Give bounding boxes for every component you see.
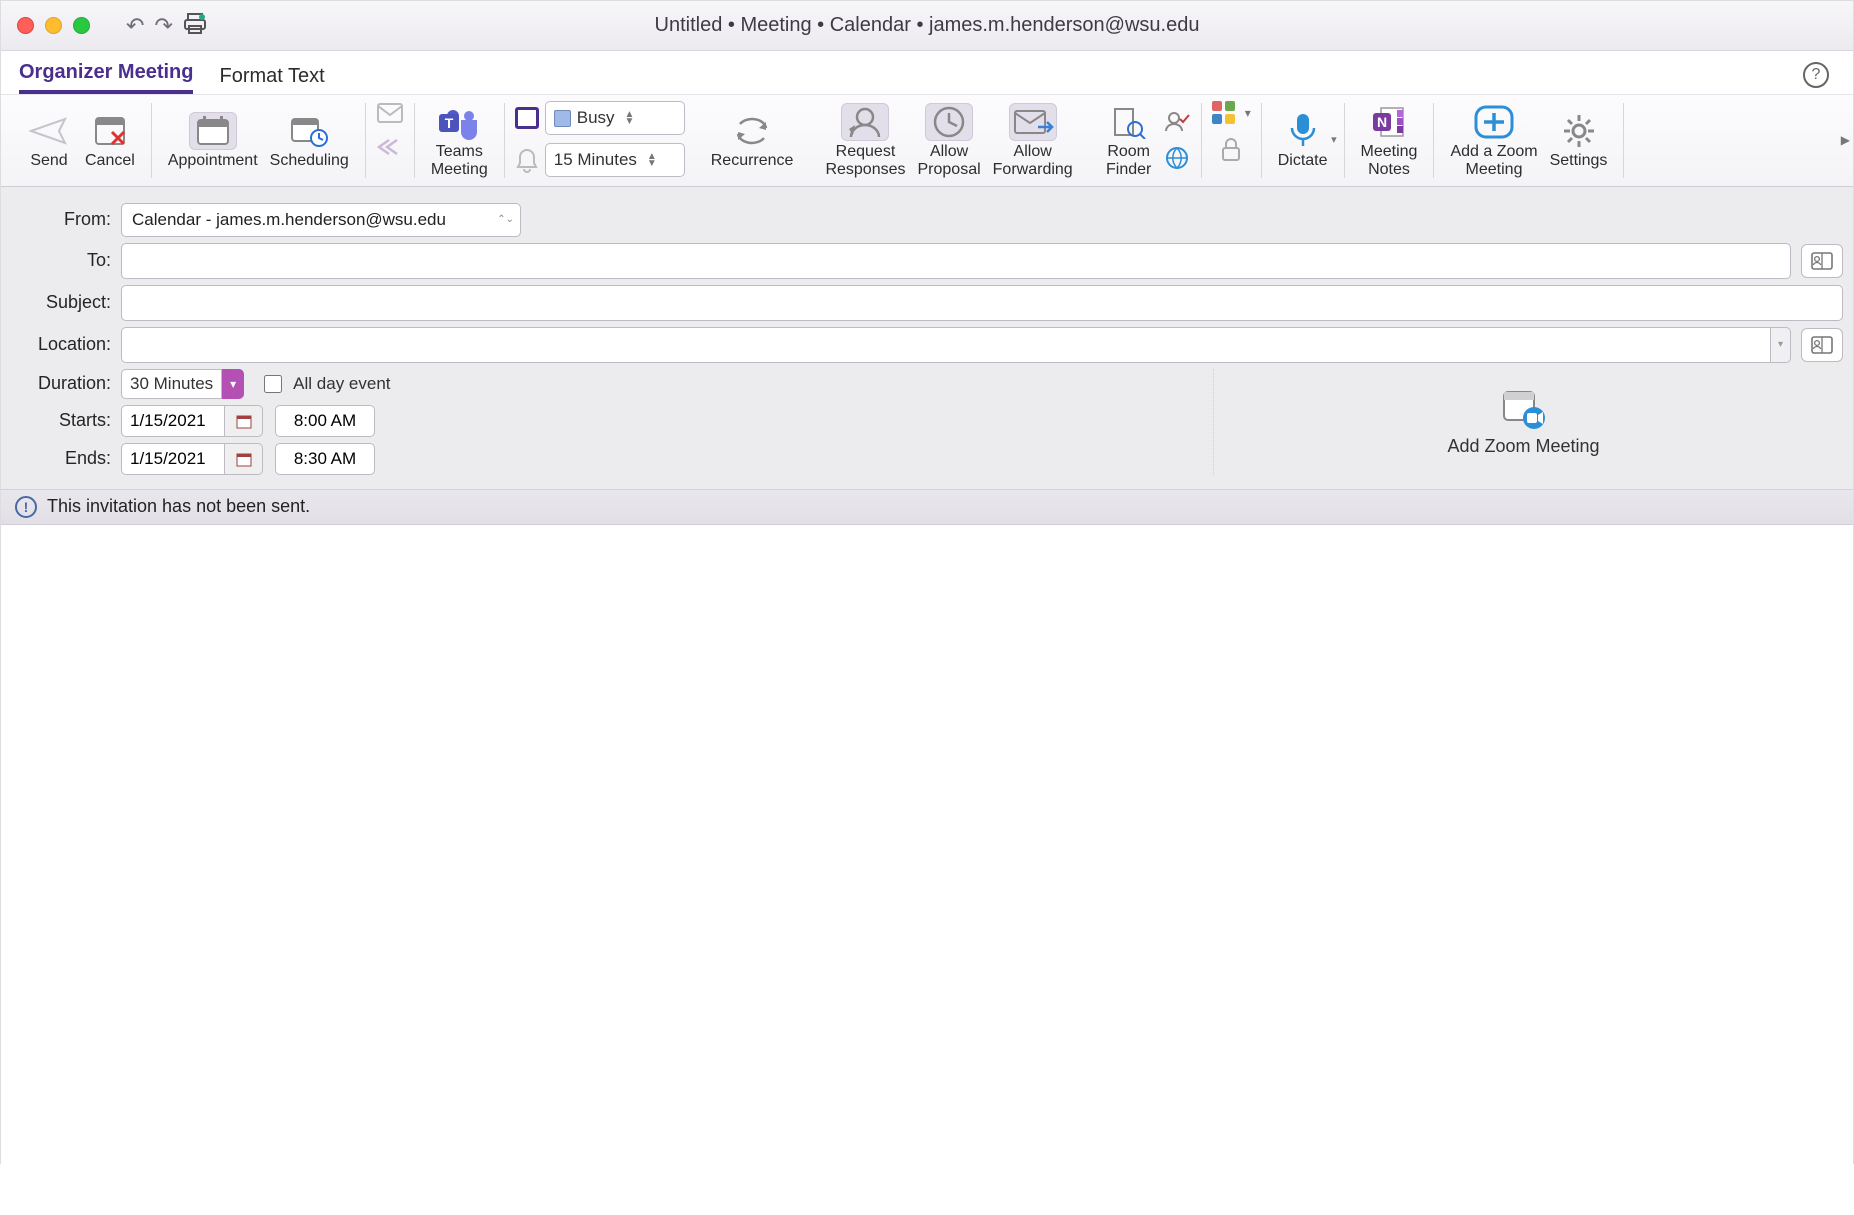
zoom-calendar-icon xyxy=(1498,386,1548,432)
categorize-icon xyxy=(1212,101,1235,124)
dictate-button[interactable]: ▾ Dictate xyxy=(1272,110,1334,170)
check-names-icon[interactable] xyxy=(1163,110,1191,134)
duration-caret-icon: ▾ xyxy=(222,369,244,399)
reply-all-icon[interactable] xyxy=(376,135,404,159)
info-bar-text: This invitation has not been sent. xyxy=(47,496,310,517)
allow-proposal-icon xyxy=(925,103,973,141)
start-date-picker-button[interactable] xyxy=(225,405,263,437)
address-book-location-button[interactable] xyxy=(1801,328,1843,362)
ends-label: Ends: xyxy=(11,448,121,469)
address-book-to-button[interactable] xyxy=(1801,244,1843,278)
end-time-field[interactable] xyxy=(275,443,375,475)
send-icon xyxy=(25,112,73,150)
meeting-notes-button[interactable]: N Meeting Notes xyxy=(1355,101,1424,180)
recurrence-icon xyxy=(728,112,776,150)
all-day-checkbox[interactable]: All day event xyxy=(260,372,390,396)
ribbon-tabs: Organizer Meeting Format Text ? xyxy=(1,51,1853,94)
close-window[interactable] xyxy=(17,17,34,34)
cancel-button[interactable]: Cancel xyxy=(79,110,141,170)
svg-text:T: T xyxy=(445,115,454,131)
help-icon[interactable]: ? xyxy=(1803,62,1829,88)
add-zoom-meeting-side-button[interactable]: Add Zoom Meeting xyxy=(1447,386,1599,457)
quick-access-toolbar: ↶ ↷ xyxy=(126,13,207,39)
starts-label: Starts: xyxy=(11,410,121,431)
teams-meeting-button[interactable]: T Teams Meeting xyxy=(425,101,494,180)
from-label: From: xyxy=(11,209,121,230)
allow-forwarding-button[interactable]: Allow Forwarding xyxy=(987,101,1079,180)
tab-organizer-meeting[interactable]: Organizer Meeting xyxy=(19,61,193,94)
allow-forwarding-icon xyxy=(1009,103,1057,141)
location-field[interactable] xyxy=(121,327,1771,363)
gear-icon xyxy=(1555,112,1603,150)
subject-field[interactable] xyxy=(121,285,1843,321)
subject-label: Subject: xyxy=(11,292,121,313)
info-icon: ! xyxy=(15,496,37,518)
reminder-dropdown[interactable]: 15 Minutes ▲▼ xyxy=(545,143,685,177)
show-as-dropdown[interactable]: Busy ▲▼ xyxy=(545,101,685,135)
end-date-picker-button[interactable] xyxy=(225,443,263,475)
time-zone-icon[interactable] xyxy=(1163,146,1191,170)
address-book-icon xyxy=(1810,335,1834,355)
undo-icon[interactable]: ↶ xyxy=(126,13,144,39)
redo-icon[interactable]: ↷ xyxy=(154,13,172,39)
allow-proposal-button[interactable]: Allow Proposal xyxy=(912,101,987,180)
reminder-icon xyxy=(515,147,539,173)
message-body-editor[interactable] xyxy=(1,525,1853,1215)
show-as-icon xyxy=(515,107,539,129)
tab-format-text[interactable]: Format Text xyxy=(219,65,324,94)
appointment-button[interactable]: Appointment xyxy=(162,110,264,170)
start-time-field[interactable] xyxy=(275,405,375,437)
maximize-window[interactable] xyxy=(73,17,90,34)
ribbon-collapse-icon[interactable]: ▶ xyxy=(1841,133,1850,147)
room-finder-button[interactable]: Room Finder xyxy=(1099,101,1159,180)
dictate-icon: ▾ xyxy=(1279,112,1327,150)
ribbon: Send Cancel Appointment Scheduling xyxy=(1,94,1853,187)
request-responses-icon xyxy=(841,103,889,141)
zoom-settings-button[interactable]: Settings xyxy=(1544,110,1614,170)
scheduling-button[interactable]: Scheduling xyxy=(264,110,355,170)
calendar-picker-icon xyxy=(236,451,252,467)
calendar-picker-icon xyxy=(236,413,252,429)
start-date-field[interactable] xyxy=(121,405,225,437)
title-bar: ↶ ↷ Untitled • Meeting • Calendar • jame… xyxy=(1,1,1853,51)
to-field[interactable] xyxy=(121,243,1791,279)
info-bar: ! This invitation has not been sent. xyxy=(1,490,1853,525)
reply-mail-icon[interactable] xyxy=(376,101,404,125)
window-controls xyxy=(17,17,90,34)
recurrence-button[interactable]: Recurrence xyxy=(705,110,800,170)
teams-icon: T xyxy=(435,103,483,141)
svg-text:N: N xyxy=(1377,114,1387,130)
duration-dropdown[interactable]: 30 Minutes ▾ xyxy=(121,369,244,399)
end-date-field[interactable] xyxy=(121,443,225,475)
scheduling-icon xyxy=(285,112,333,150)
private-lock-icon[interactable] xyxy=(1217,138,1245,162)
busy-color-icon xyxy=(554,110,571,127)
location-label: Location: xyxy=(11,334,121,355)
zoom-side-pane: Add Zoom Meeting xyxy=(1213,369,1833,475)
send-button[interactable]: Send xyxy=(19,110,79,170)
onenote-icon: N xyxy=(1365,103,1413,141)
cancel-icon xyxy=(86,112,134,150)
room-finder-icon xyxy=(1105,103,1153,141)
location-dropdown-caret[interactable]: ▾ xyxy=(1771,327,1791,363)
print-icon[interactable] xyxy=(183,13,207,39)
minimize-window[interactable] xyxy=(45,17,62,34)
appointment-icon xyxy=(189,112,237,150)
window-title: Untitled • Meeting • Calendar • james.m.… xyxy=(1,14,1853,37)
meeting-form: From: Calendar - james.m.henderson@wsu.e… xyxy=(1,187,1853,490)
zoom-plus-icon xyxy=(1470,103,1518,141)
from-dropdown[interactable]: Calendar - james.m.henderson@wsu.edu xyxy=(121,203,521,237)
request-responses-button[interactable]: Request Responses xyxy=(819,101,911,180)
address-book-icon xyxy=(1810,251,1834,271)
categorize-button[interactable]: ▾ xyxy=(1212,101,1251,124)
duration-label: Duration: xyxy=(11,373,121,394)
to-label: To: xyxy=(11,250,121,271)
add-zoom-meeting-button[interactable]: Add a Zoom Meeting xyxy=(1444,101,1543,180)
